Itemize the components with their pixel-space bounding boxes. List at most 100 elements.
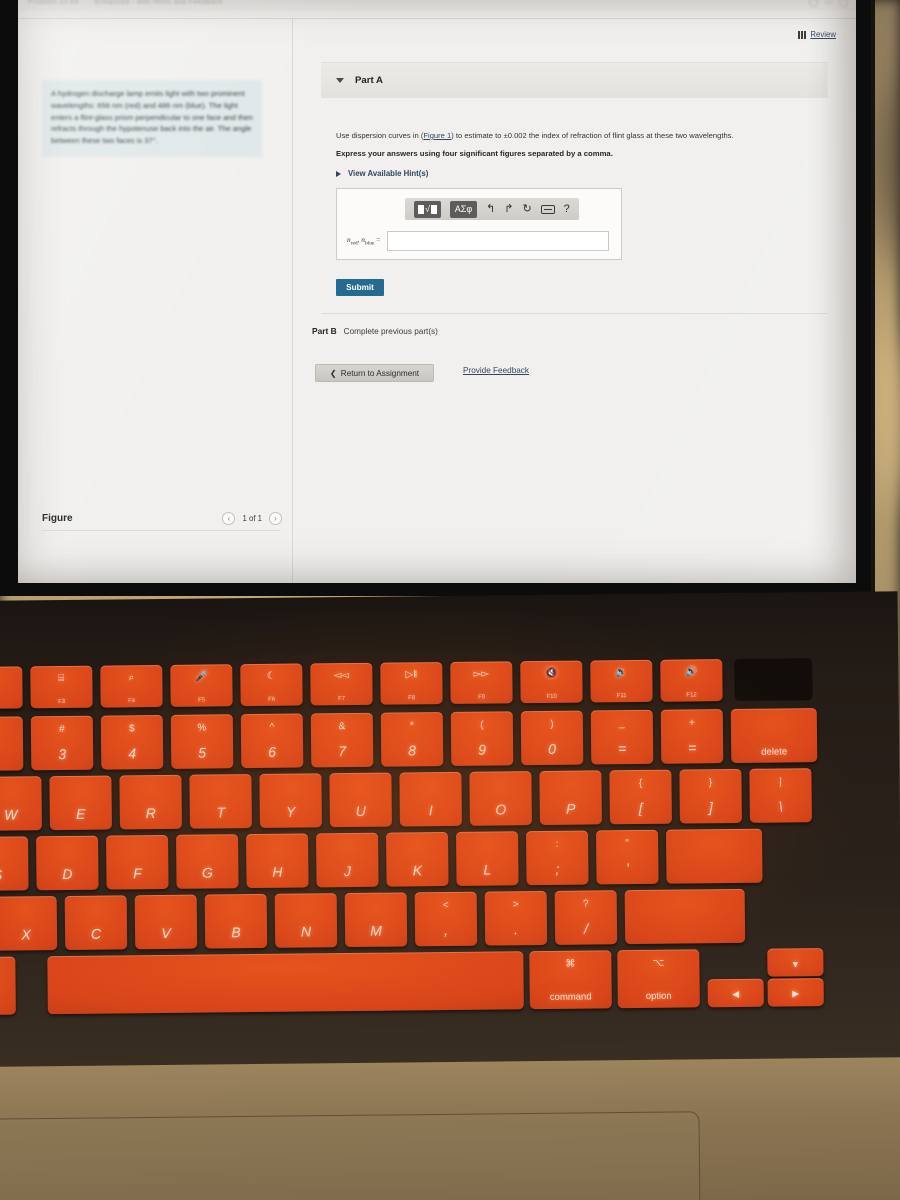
key-f10[interactable]: 🔇 F10 [520,660,583,704]
keyboard[interactable]: ☀F2 ⌸F3⌕F4🎤F5☾F6◅◅F7▷ǁF8▻▻F9🔇F10🔉F11🔊F12 @… [0,591,900,1070]
key-t[interactable]: T [189,774,252,829]
key-bpunct-1[interactable]: >. [484,890,548,946]
question-mark-icon[interactable]: ? [564,203,570,215]
key-f8[interactable]: ▷ǁ F8 [380,662,443,705]
key-f[interactable]: F [106,834,169,890]
key-i[interactable]: I [399,771,462,827]
undo-arrow-icon[interactable]: ↰ [486,203,495,215]
key-7[interactable]: & 7 [310,712,374,768]
key-c[interactable]: C [64,895,128,951]
key-y[interactable]: Y [259,773,322,828]
key-f2[interactable]: ☀ F2 [0,666,23,710]
reset-circle-icon[interactable]: ↻ [522,203,531,215]
key-f11[interactable]: 🔉 F11 [590,659,653,703]
key-5[interactable]: % 5 [170,714,234,769]
key-arrow-up[interactable]: ▼ [767,948,824,977]
key-bracket-1-main: ] [708,799,713,816]
keyboard-icon[interactable] [540,204,555,214]
key-bracket-0[interactable]: {[ [609,769,672,825]
part-a-instruction: Express your answers using four signific… [336,149,613,158]
key-command[interactable]: ⌘ command [529,950,612,1010]
view-hints-label[interactable]: View Available Hint(s) [348,169,428,178]
trackpad[interactable] [0,1111,701,1200]
key-g[interactable]: G [176,834,239,889]
key-x[interactable]: X [0,896,58,951]
key-9[interactable]: (9 [450,711,514,766]
key-punct-0[interactable]: :; [526,830,589,886]
key-f8-main: F8 [408,694,416,702]
key-r[interactable]: R [119,774,182,830]
key-return[interactable] [665,828,763,884]
template-root-glyph: √ [425,204,430,214]
submit-button[interactable]: Submit [336,279,384,296]
key-f9[interactable]: ▻▻ F9 [450,661,513,704]
key-e[interactable]: E [49,775,112,831]
key-3[interactable]: #3 [30,715,94,771]
key-d[interactable]: D [36,835,99,891]
key-arrow-right[interactable]: ▶ [767,978,824,1007]
key-arrow-left[interactable]: ◀ [707,978,764,1008]
template-icon[interactable]: √ [414,200,441,218]
key-f4[interactable]: ⌕ F4 [100,664,163,708]
figure-next-icon[interactable]: › [269,512,282,525]
figure-1-link[interactable]: Figure 1 [423,131,451,140]
key-=[interactable]: + = [660,709,724,764]
key-i-main: I [428,802,433,819]
key-control[interactable]: ⌘ ntrol [0,956,16,1016]
key-f6[interactable]: ☾ F6 [240,663,303,707]
key-4[interactable]: $4 [100,714,164,770]
view-hints-row[interactable]: View Available Hint(s) [336,169,428,178]
key-f5[interactable]: 🎤 F5 [170,664,233,707]
key-s[interactable]: S [0,836,29,892]
key-l[interactable]: L [456,831,519,886]
key-delete[interactable]: delete [730,708,818,764]
key-b[interactable]: B [204,893,268,949]
caret-right-icon[interactable] [336,170,341,177]
key-f12[interactable]: 🔊 F12 [660,659,723,702]
key-h[interactable]: H [246,833,309,889]
key-bpunct-0[interactable]: <, [414,891,478,947]
key-n[interactable]: N [274,893,338,948]
key-u[interactable]: U [329,772,392,828]
key-touchid[interactable] [734,658,813,701]
key-space[interactable] [47,951,524,1015]
key-option[interactable]: ⌥ option [617,949,700,1009]
key-8[interactable]: * 8 [380,712,444,767]
key-bracket-1[interactable]: }] [679,768,742,824]
key-f3[interactable]: ⌸ F3 [30,665,93,709]
key-o[interactable]: O [469,771,532,826]
review-link[interactable]: Review [810,30,836,39]
redo-arrow-icon[interactable]: ↱ [504,203,513,215]
key-f7[interactable]: ◅◅ F7 [310,662,373,706]
provide-feedback-link[interactable]: Provide Feedback [463,366,529,375]
key-bpunct-2[interactable]: ? / [554,890,618,945]
figure-prev-icon[interactable]: ‹ [222,512,236,525]
greek-symbols-button[interactable]: ΑΣφ [450,200,477,218]
answer-input[interactable] [387,231,609,251]
reload-icon[interactable] [809,0,819,7]
share-icon[interactable]: ▫▫▫ [824,0,833,7]
key-bracket-2[interactable]: | \ [749,768,812,823]
key-=[interactable]: _ = [590,709,654,765]
key-punct-1[interactable]: " ' [596,829,659,885]
key-k[interactable]: K [386,831,449,887]
key-6[interactable]: ^ 6 [240,713,304,769]
figure-pager[interactable]: ‹ 1 of 1 › [222,512,282,525]
tabs-icon[interactable] [839,0,848,7]
key-bracket-0-sym: { [638,777,643,789]
key-w[interactable]: W [0,776,42,831]
caret-down-icon[interactable] [336,78,344,83]
math-toolbar[interactable]: √ ΑΣφ ↰ ↱ ↻ ? [405,198,579,220]
key-0[interactable]: ) 0 [520,710,584,766]
key-shift-right[interactable] [624,888,746,945]
browser-window-controls[interactable]: ▫▫▫ [809,0,848,9]
key-m[interactable]: M [344,892,408,948]
part-a-header[interactable]: Part A [321,62,828,98]
review-row[interactable]: Review [798,30,836,39]
key-v[interactable]: V [134,894,198,950]
part-b-header: Part B Complete previous part(s) [312,326,438,336]
key-p[interactable]: P [539,770,602,826]
key-j[interactable]: J [316,832,379,888]
key-2[interactable]: @2 [0,716,24,772]
return-to-assignment-button[interactable]: ❮ Return to Assignment [315,364,434,382]
